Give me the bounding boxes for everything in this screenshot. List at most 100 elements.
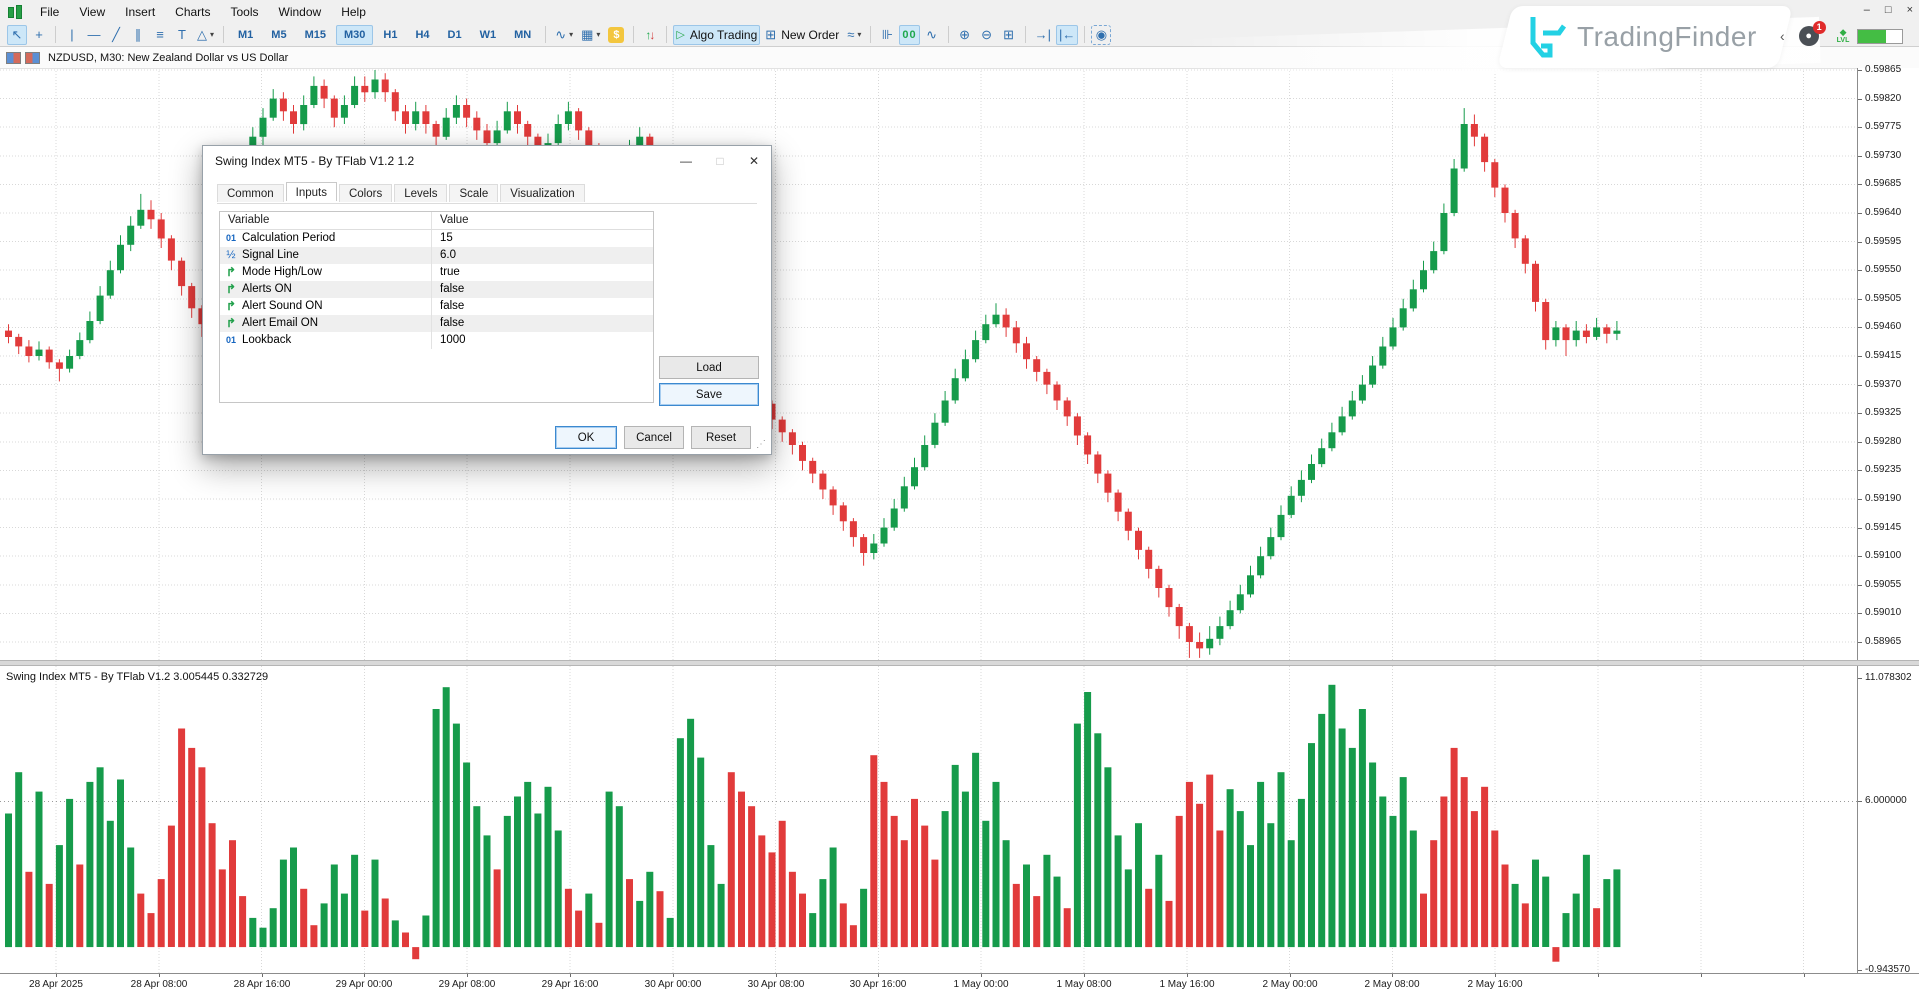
reset-button[interactable]: Reset: [691, 426, 751, 449]
menu-item-view[interactable]: View: [69, 1, 115, 23]
menu-item-help[interactable]: Help: [331, 1, 376, 23]
algo-trading-button[interactable]: ▷Algo Trading: [673, 25, 760, 45]
time-label: 2 May 16:00: [1440, 979, 1550, 990]
zoom-in-button[interactable]: ⊕: [955, 25, 975, 45]
bar-chart-mode-button[interactable]: ⊪: [877, 25, 897, 45]
menu-item-tools[interactable]: Tools: [221, 1, 269, 23]
dialog-maximize-button[interactable]: □: [703, 148, 737, 174]
time-axis[interactable]: 28 Apr 202528 Apr 08:0028 Apr 16:0029 Ap…: [0, 973, 1919, 996]
dialog-title-bar[interactable]: Swing Index MT5 - By TFlab V1.2 1.2 — □ …: [203, 146, 771, 176]
symbols-button[interactable]: $: [605, 25, 627, 45]
indicators-button[interactable]: ▦▾: [578, 25, 603, 45]
tab-colors[interactable]: Colors: [339, 184, 392, 202]
input-row-signal-line[interactable]: ½Signal Line6.0: [220, 247, 653, 264]
zoom-in-icon: ⊕: [959, 26, 970, 44]
timeframe-h1-button[interactable]: H1: [375, 25, 405, 45]
timeframe-m1-button[interactable]: M1: [230, 25, 261, 45]
timeframe-d1-button[interactable]: D1: [440, 25, 470, 45]
timeframe-m15-button[interactable]: M15: [297, 25, 334, 45]
tile-windows-icon: ⊞: [1003, 26, 1014, 44]
menu-item-charts[interactable]: Charts: [165, 1, 220, 23]
value-cell[interactable]: 6.0: [432, 247, 653, 264]
trendline-tool-icon: ╱: [112, 26, 120, 44]
variable-cell: ½Signal Line: [220, 247, 432, 264]
toolbar-separator: [55, 26, 56, 43]
fibonacci-tool-button[interactable]: ≡: [150, 25, 170, 45]
scroll-left-icon[interactable]: ‹: [1780, 28, 1785, 44]
tile-windows-button[interactable]: ⊞: [999, 25, 1019, 45]
vertical-line-tool-button[interactable]: |: [62, 25, 82, 45]
trendline-tool-button[interactable]: ╱: [106, 25, 126, 45]
chart-type-button[interactable]: ∿▾: [552, 25, 576, 45]
input-row-calculation-period[interactable]: 01Calculation Period15: [220, 230, 653, 247]
crosshair-tool-button[interactable]: +: [29, 25, 49, 45]
value-cell[interactable]: true: [432, 264, 653, 281]
new-order-button-label: New Order: [781, 28, 839, 42]
tab-levels[interactable]: Levels: [394, 184, 447, 202]
input-row-alert-sound-on[interactable]: ↱Alert Sound ONfalse: [220, 298, 653, 315]
notification-icon[interactable]: ● 1: [1799, 26, 1819, 46]
value-cell[interactable]: 15: [432, 230, 653, 247]
dialog-close-button[interactable]: ✕: [737, 148, 771, 174]
timeframe-m30-button[interactable]: M30: [336, 25, 373, 45]
value-cell[interactable]: false: [432, 281, 653, 298]
value-cell[interactable]: false: [432, 298, 653, 315]
tab-scale[interactable]: Scale: [449, 184, 498, 202]
ok-button[interactable]: OK: [555, 426, 617, 449]
indicator-label: Swing Index MT5 - By TFlab V1.2 3.005445…: [6, 671, 268, 683]
toolbar-separator: [545, 26, 546, 43]
price-label: 0.59190: [1865, 493, 1901, 504]
input-row-lookback[interactable]: 01Lookback1000: [220, 332, 653, 349]
candle-chart-mode-button[interactable]: 00: [899, 25, 919, 45]
time-tick: [467, 974, 468, 977]
window-restore-button[interactable]: □: [1885, 4, 1892, 16]
value-cell[interactable]: 1000: [432, 332, 653, 349]
menu-item-insert[interactable]: Insert: [115, 1, 165, 23]
zoom-out-button[interactable]: ⊖: [977, 25, 997, 45]
text-tool-button[interactable]: T: [172, 25, 192, 45]
objects-dropdown-button[interactable]: ≈▾: [844, 25, 864, 45]
input-row-alert-email-on[interactable]: ↱Alert Email ONfalse: [220, 315, 653, 332]
screenshot-button[interactable]: ◉: [1091, 25, 1111, 45]
window-close-button[interactable]: ×: [1907, 4, 1913, 16]
tab-inputs[interactable]: Inputs: [286, 182, 337, 201]
shapes-tool-button[interactable]: △▾: [194, 25, 217, 45]
swing-index-histogram[interactable]: [0, 666, 1857, 973]
deposit-withdraw-button[interactable]: ↑↓: [640, 25, 660, 45]
horizontal-line-tool-button[interactable]: ―: [84, 25, 104, 45]
timeframe-m1-button-label: M1: [238, 29, 253, 41]
price-tick: [1858, 270, 1862, 271]
fraction-icon: ½: [220, 247, 242, 264]
channel-tool-button[interactable]: ∥: [128, 25, 148, 45]
save-button[interactable]: Save: [659, 383, 759, 406]
price-tick: [1858, 442, 1862, 443]
pane-separator[interactable]: [0, 660, 1919, 666]
input-row-mode-high-low[interactable]: ↱Mode High/Lowtrue: [220, 264, 653, 281]
chart-shift-button[interactable]: |←: [1056, 25, 1078, 45]
toolbar-groups: ↖+ |― ╱ ∥≡T△▾ M1 M5M15M30H1H4D1W1MN ∿▾▦▾$ ↑↓ ▷Al…: [6, 25, 1112, 45]
auto-scroll-button[interactable]: →|: [1032, 25, 1054, 45]
input-row-alerts-on[interactable]: ↱Alerts ONfalse: [220, 281, 653, 298]
price-tick: [1858, 642, 1862, 643]
timeframe-w1-button[interactable]: W1: [472, 25, 505, 45]
line-chart-mode-button[interactable]: ∿: [922, 25, 942, 45]
window-minimize-button[interactable]: –: [1864, 4, 1870, 16]
cursor-tool-button[interactable]: ↖: [7, 25, 27, 45]
tab-common[interactable]: Common: [217, 184, 284, 202]
variable-cell: ↱Mode High/Low: [220, 264, 432, 281]
value-cell[interactable]: false: [432, 315, 653, 332]
menu-item-file[interactable]: File: [30, 1, 69, 23]
tab-visualization[interactable]: Visualization: [500, 184, 584, 202]
load-button[interactable]: Load: [659, 356, 759, 379]
price-scale[interactable]: 0.598650.598200.597750.597300.596850.596…: [1857, 68, 1919, 973]
timeframe-mn-button[interactable]: MN: [506, 25, 539, 45]
dialog-resize-grip[interactable]: ⋰: [756, 440, 768, 452]
variable-name: Calculation Period: [242, 230, 335, 247]
timeframe-h4-button[interactable]: H4: [407, 25, 437, 45]
new-order-button[interactable]: ⊞New Order: [762, 25, 842, 45]
price-label: 0.59820: [1865, 93, 1901, 104]
cancel-button[interactable]: Cancel: [624, 426, 684, 449]
timeframe-m5-button[interactable]: M5: [263, 25, 294, 45]
menu-item-window[interactable]: Window: [269, 1, 332, 23]
dialog-minimize-button[interactable]: —: [669, 148, 703, 174]
